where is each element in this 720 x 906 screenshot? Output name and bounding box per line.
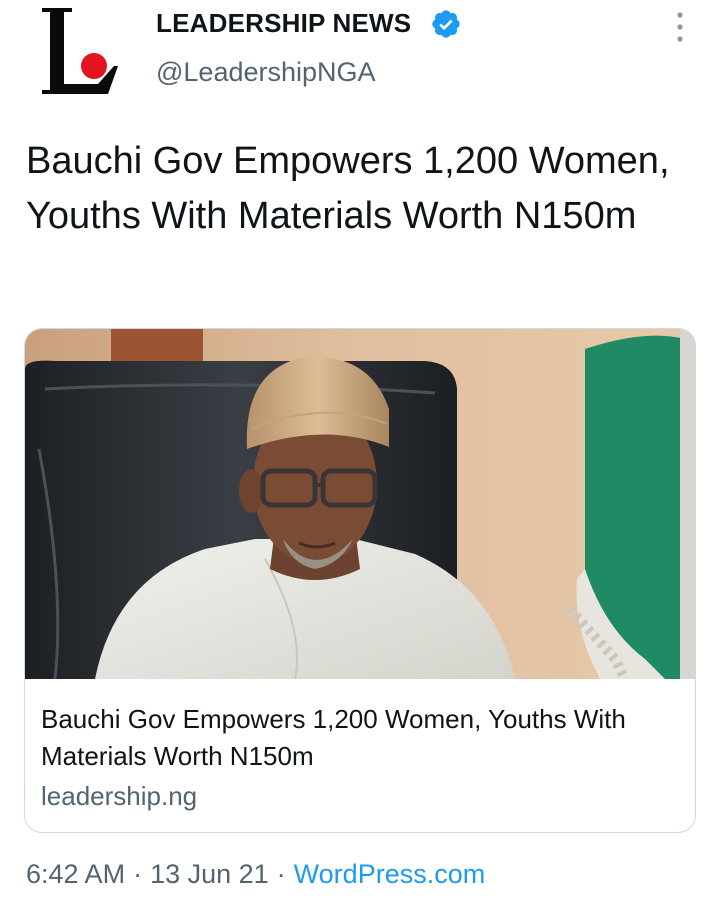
- card-domain: leadership.ng: [41, 781, 198, 811]
- tweet-text: Bauchi Gov Empowers 1,200 Women, Youths …: [26, 140, 670, 237]
- link-preview-card[interactable]: Bauchi Gov Empowers 1,200 Women, Youths …: [24, 328, 696, 833]
- leadership-logo-icon: [42, 8, 118, 94]
- author-name[interactable]: LEADERSHIP NEWS: [156, 8, 411, 39]
- tweet-source-link[interactable]: WordPress.com: [294, 859, 486, 889]
- article-photo: [25, 329, 695, 679]
- author-handle[interactable]: @LeadershipNGA: [156, 57, 376, 88]
- meta-separator: ·: [133, 859, 143, 889]
- more-options-icon[interactable]: [670, 10, 690, 44]
- verified-badge-icon: [432, 10, 460, 38]
- meta-separator-2: ·: [276, 859, 286, 889]
- tweet-meta: 6:42 AM · 13 Jun 21 · WordPress.com: [26, 859, 485, 890]
- tweet-date[interactable]: 13 Jun 21: [150, 859, 269, 889]
- avatar[interactable]: [28, 4, 132, 102]
- card-title: Bauchi Gov Empowers 1,200 Women, Youths …: [41, 704, 626, 771]
- tweet-time[interactable]: 6:42 AM: [26, 859, 125, 889]
